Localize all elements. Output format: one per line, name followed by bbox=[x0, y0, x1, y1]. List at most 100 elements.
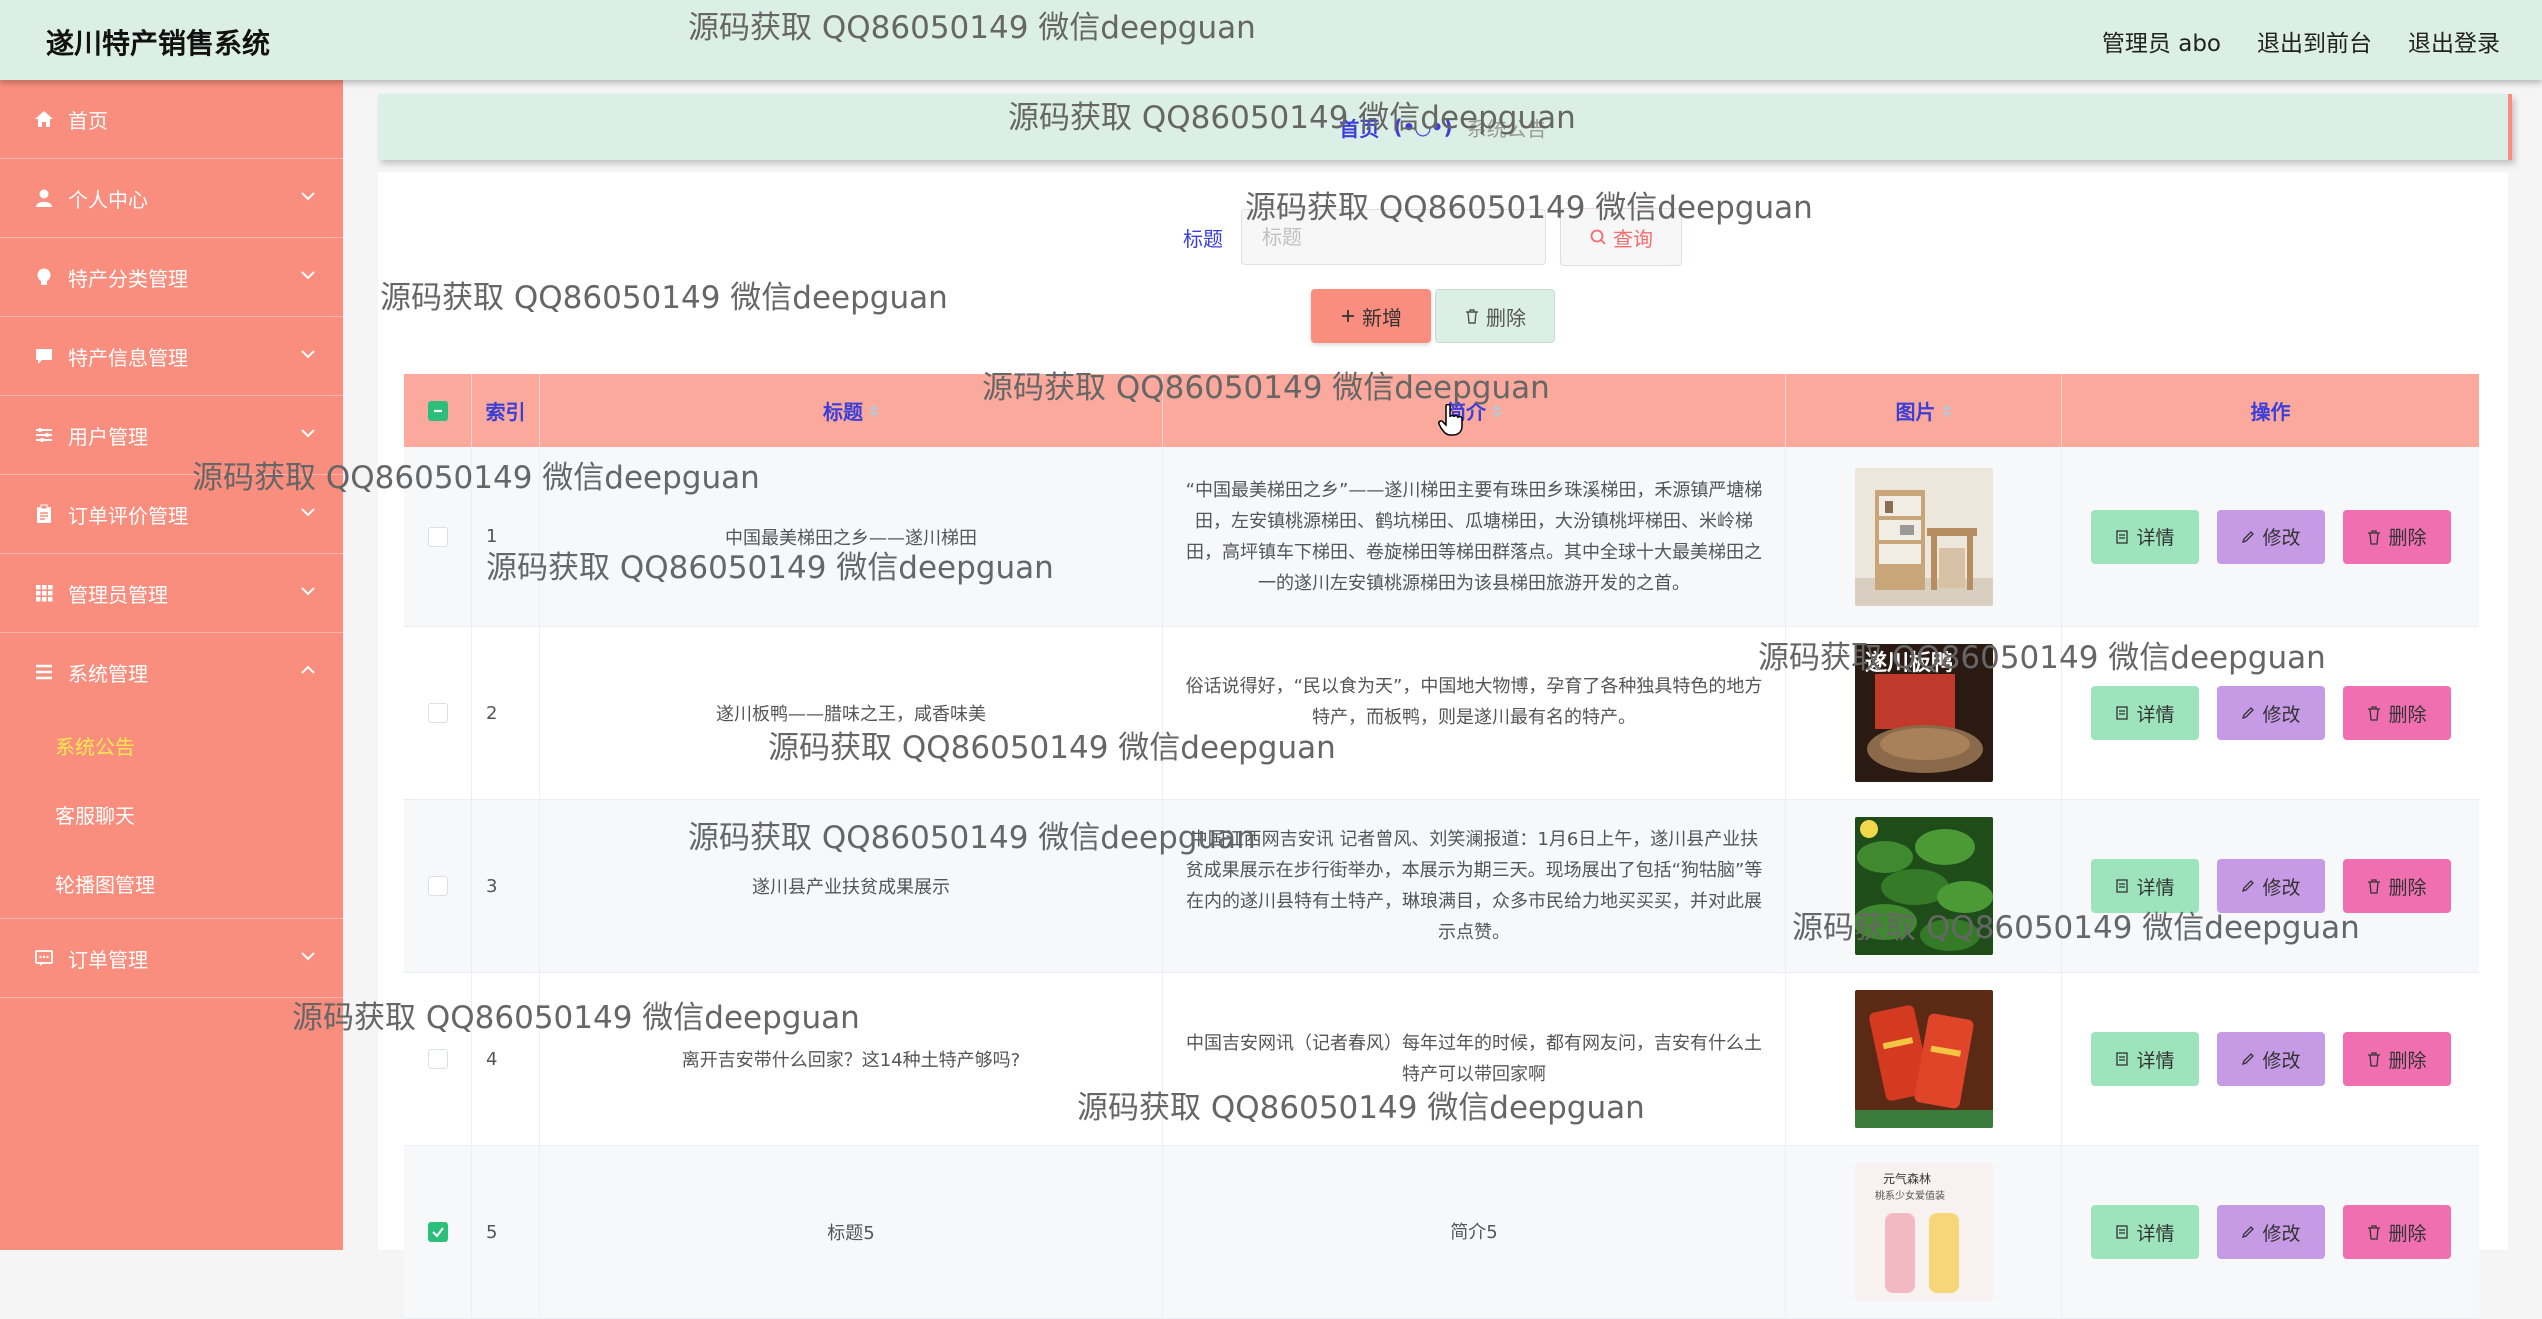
edit-button-label: 修改 bbox=[2262, 703, 2301, 726]
header-image-label: 图片 bbox=[1895, 400, 1936, 424]
search-button[interactable]: 查询 bbox=[1560, 208, 1682, 266]
user-icon bbox=[32, 186, 56, 210]
sidebar-item-reviews[interactable]: 订单评价管理 bbox=[0, 475, 343, 554]
breadcrumb: 首页 (•◡•) 系统公告 bbox=[378, 94, 2512, 160]
logout-link[interactable]: 退出登录 bbox=[2408, 24, 2500, 58]
chevron-down-icon bbox=[301, 271, 315, 280]
search-label: 标题 bbox=[1183, 226, 1223, 251]
edit-button[interactable]: 修改 bbox=[2216, 1205, 2325, 1259]
row-image[interactable] bbox=[1854, 817, 1993, 955]
row-brief: “中国最美梯田之乡”——遂川梯田主要有珠田乡珠溪梯田，禾源镇严塘梯田，左安镇桃源… bbox=[1163, 447, 1786, 626]
detail-button-label: 详情 bbox=[2136, 1049, 2175, 1072]
action-row: 新增 删除 bbox=[1311, 289, 1555, 343]
delete-button[interactable]: 删除 bbox=[2342, 509, 2451, 564]
batch-delete-button[interactable]: 删除 bbox=[1435, 289, 1555, 343]
detail-button[interactable]: 详情 bbox=[2090, 686, 2199, 740]
sidebar-item-label: 系统管理 bbox=[68, 661, 148, 686]
header-title-label: 标题 bbox=[823, 400, 863, 424]
sidebar-item-admins[interactable]: 管理员管理 bbox=[0, 554, 343, 633]
pencil-icon bbox=[2242, 1226, 2255, 1239]
row-index: 4 bbox=[472, 973, 540, 1145]
delete-button[interactable]: 删除 bbox=[2342, 1032, 2451, 1086]
document-icon bbox=[2116, 706, 2129, 720]
edit-button[interactable]: 修改 bbox=[2216, 509, 2325, 564]
row-checkbox[interactable] bbox=[427, 1222, 448, 1242]
main-panel: 标题 查询 新增 删除 索引 标题 bbox=[378, 172, 2508, 1319]
sidebar-item-profile[interactable]: 个人中心 bbox=[0, 159, 343, 238]
sidebar-item-label: 用户管理 bbox=[68, 424, 148, 449]
delete-button[interactable]: 删除 bbox=[2342, 859, 2451, 913]
pencil-icon bbox=[2242, 707, 2255, 720]
breadcrumb-home[interactable]: 首页 bbox=[1339, 113, 1379, 142]
announcement-table: 索引 标题 简介 图片 操作 1 中国最美梯田之乡——遂川梯田 “中国最美梯田之… bbox=[404, 374, 2479, 1319]
chevron-down-icon bbox=[301, 508, 315, 517]
header-index: 索引 bbox=[472, 374, 540, 447]
row-checkbox[interactable] bbox=[427, 703, 448, 723]
sort-icon[interactable] bbox=[1941, 403, 1952, 418]
submenu-item-customer-chat[interactable]: 客服聊天 bbox=[0, 780, 343, 849]
document-icon bbox=[2116, 1052, 2129, 1066]
sidebar-item-home[interactable]: 首页 bbox=[0, 80, 343, 159]
row-image[interactable]: 元气森林 桃系少女爱值装 bbox=[1854, 1163, 1993, 1301]
top-actions: 管理员 abo 退出到前台 退出登录 bbox=[2102, 24, 2500, 58]
sidebar-item-label: 订单评价管理 bbox=[68, 503, 188, 528]
top-header: 遂川特产销售系统 管理员 abo 退出到前台 退出登录 bbox=[0, 0, 2542, 80]
header-image[interactable]: 图片 bbox=[1786, 374, 2062, 447]
sidebar-item-product-info[interactable]: 特产信息管理 bbox=[0, 317, 343, 396]
sidebar-item-label: 首页 bbox=[68, 108, 108, 133]
submenu-item-announcement[interactable]: 系统公告 bbox=[0, 711, 343, 780]
chevron-down-icon bbox=[301, 350, 315, 359]
row-checkbox[interactable] bbox=[427, 876, 448, 896]
sort-icon[interactable] bbox=[1492, 403, 1502, 418]
table-row: 1 中国最美梯田之乡——遂川梯田 “中国最美梯田之乡”——遂川梯田主要有珠田乡珠… bbox=[404, 447, 2479, 627]
bulb-icon bbox=[32, 265, 56, 289]
sidebar-item-label: 特产分类管理 bbox=[68, 266, 188, 291]
header-select-all[interactable] bbox=[404, 374, 472, 447]
chevron-up-icon bbox=[301, 665, 315, 674]
row-brief: 中国吉安网讯（记者春风）每年过年的时候，都有网友问，吉安有什么土特产可以带回家啊 bbox=[1163, 973, 1786, 1145]
delete-button[interactable]: 删除 bbox=[2342, 1205, 2451, 1259]
admin-label[interactable]: 管理员 abo bbox=[2102, 24, 2221, 58]
submenu-item-carousel[interactable]: 轮播图管理 bbox=[0, 849, 343, 919]
hand-cursor-icon bbox=[1438, 404, 1463, 436]
delete-button-label: 删除 bbox=[2388, 527, 2427, 549]
sidebar: 首页 个人中心 特产分类管理 特产信息管理 用户管理 订单评价管理 管理员管理 … bbox=[0, 80, 343, 1250]
header-brief[interactable]: 简介 bbox=[1163, 374, 1786, 447]
detail-button[interactable]: 详情 bbox=[2090, 1205, 2199, 1259]
detail-button-label: 详情 bbox=[2136, 527, 2175, 549]
grid-icon bbox=[32, 581, 56, 605]
sort-icon[interactable] bbox=[869, 403, 879, 418]
row-image[interactable]: 遂川板鸭 bbox=[1854, 644, 1993, 782]
row-title: 离开吉安带什么回家？这14种土特产够吗? bbox=[540, 973, 1163, 1145]
edit-button[interactable]: 修改 bbox=[2216, 859, 2325, 913]
row-image[interactable] bbox=[1854, 467, 1993, 606]
edit-button-label: 修改 bbox=[2262, 876, 2301, 899]
back-to-front-link[interactable]: 退出到前台 bbox=[2257, 24, 2372, 58]
detail-button[interactable]: 详情 bbox=[2090, 859, 2199, 913]
chevron-down-icon bbox=[301, 587, 315, 596]
header-title[interactable]: 标题 bbox=[540, 374, 1163, 447]
row-index: 1 bbox=[472, 447, 540, 626]
sidebar-item-orders[interactable]: 订单管理 bbox=[0, 919, 343, 998]
edit-button-label: 修改 bbox=[2262, 527, 2301, 549]
detail-button[interactable]: 详情 bbox=[2090, 509, 2199, 564]
row-image[interactable] bbox=[1854, 990, 1993, 1128]
detail-button[interactable]: 详情 bbox=[2090, 1032, 2199, 1086]
table-row: 4 离开吉安带什么回家？这14种土特产够吗? 中国吉安网讯（记者春风）每年过年的… bbox=[404, 973, 2479, 1146]
edit-button[interactable]: 修改 bbox=[2216, 686, 2325, 740]
edit-button[interactable]: 修改 bbox=[2216, 1032, 2325, 1086]
delete-button-label: 删除 bbox=[2388, 876, 2427, 899]
sidebar-item-system[interactable]: 系统管理 bbox=[0, 633, 343, 711]
breadcrumb-separator: (•◡•) bbox=[1393, 115, 1453, 139]
search-button-label: 查询 bbox=[1613, 226, 1653, 251]
select-all-checkbox[interactable] bbox=[427, 400, 448, 421]
row-index: 5 bbox=[472, 1146, 540, 1318]
chevron-down-icon bbox=[301, 192, 315, 201]
sidebar-item-users[interactable]: 用户管理 bbox=[0, 396, 343, 475]
sidebar-item-category[interactable]: 特产分类管理 bbox=[0, 238, 343, 317]
row-checkbox[interactable] bbox=[427, 1049, 448, 1069]
add-button[interactable]: 新增 bbox=[1311, 289, 1431, 343]
row-checkbox[interactable] bbox=[427, 526, 448, 547]
delete-button[interactable]: 删除 bbox=[2342, 686, 2451, 740]
search-input[interactable] bbox=[1241, 209, 1546, 265]
